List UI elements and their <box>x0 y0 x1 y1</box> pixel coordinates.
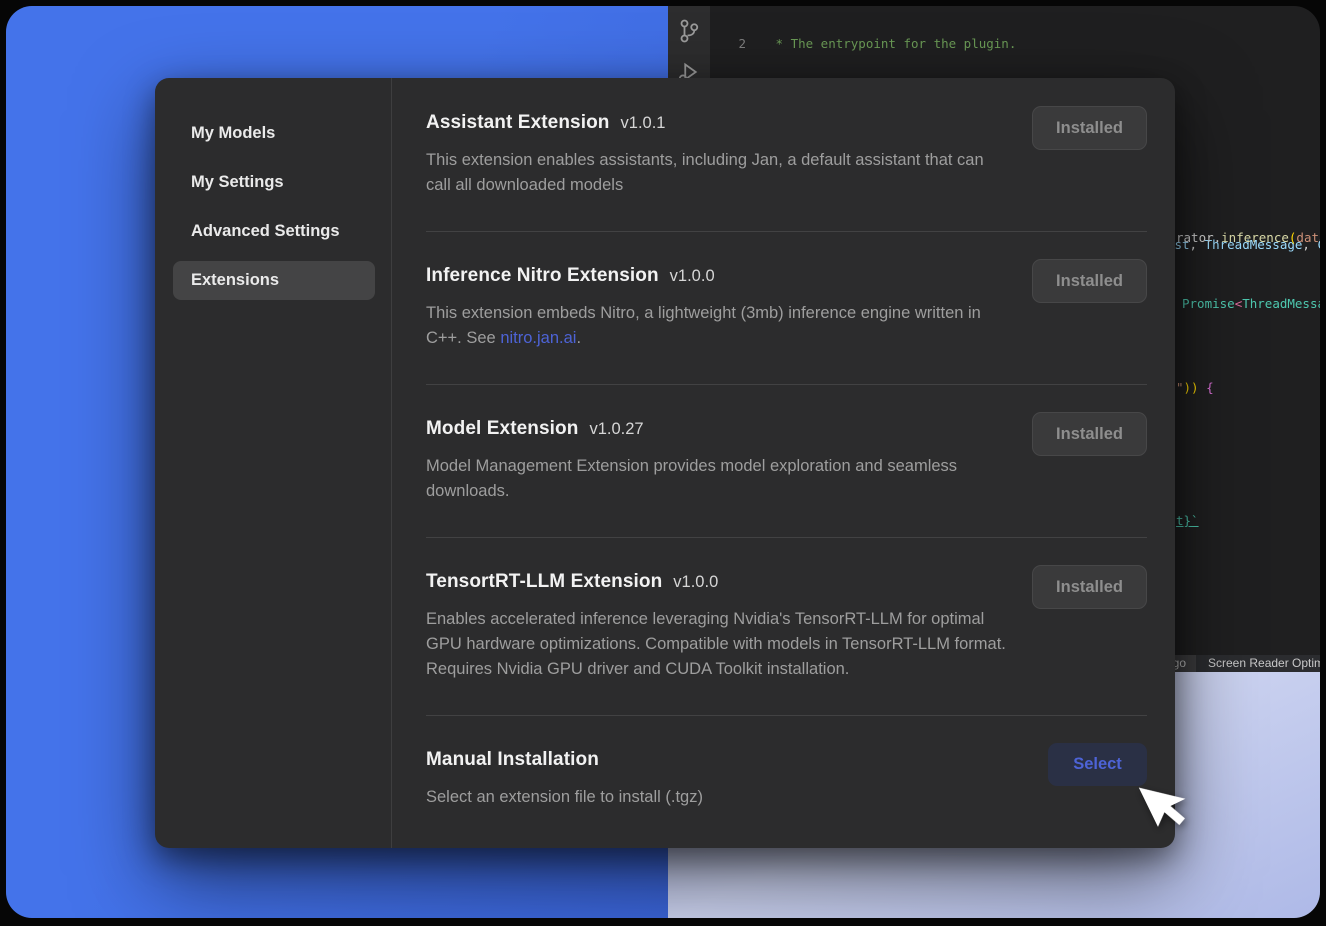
source-control-icon <box>677 18 701 44</box>
extension-title: Assistant Extension <box>426 112 610 134</box>
select-file-button[interactable]: Select <box>1048 743 1147 786</box>
extension-info: Model Extension v1.0.27 Model Management… <box>426 418 1006 504</box>
extension-row-tensorrt-llm: TensortRT-LLM Extension v1.0.0 Enables a… <box>426 538 1147 716</box>
code-fragment: t}` <box>1176 513 1199 528</box>
nitro-jan-ai-link[interactable]: nitro.jan.ai <box>500 329 576 347</box>
installed-button[interactable]: Installed <box>1032 565 1147 609</box>
line-number: 2 <box>710 36 746 53</box>
extension-info: Inference Nitro Extension v1.0.0 This ex… <box>426 265 1006 351</box>
extension-description: Model Management Extension provides mode… <box>426 454 1006 504</box>
extension-version: v1.0.27 <box>589 420 643 439</box>
extension-description: This extension enables assistants, inclu… <box>426 148 1006 198</box>
installed-button[interactable]: Installed <box>1032 259 1147 303</box>
manual-installation-row: Manual Installation Select an extension … <box>426 716 1147 810</box>
code-fragment: Promise<ThreadMessage> <box>1182 296 1320 311</box>
extension-info: Manual Installation Select an extension … <box>426 749 703 810</box>
extension-info: TensortRT-LLM Extension v1.0.0 Enables a… <box>426 571 1006 682</box>
screenshot-composition: 2 * The entrypoint for the plugin. 3 */ … <box>6 6 1320 918</box>
manual-installation-description: Select an extension file to install (.tg… <box>426 785 703 810</box>
extension-title: Model Extension <box>426 418 578 440</box>
extension-description: Enables accelerated inference leveraging… <box>426 607 1006 682</box>
extension-description: This extension embeds Nitro, a lightweig… <box>426 301 1006 351</box>
installed-button[interactable]: Installed <box>1032 412 1147 456</box>
extension-version: v1.0.1 <box>621 114 666 133</box>
extension-row-inference-nitro: Inference Nitro Extension v1.0.0 This ex… <box>426 232 1147 385</box>
extension-row-assistant: Assistant Extension v1.0.1 This extensio… <box>426 88 1147 232</box>
sidebar-item-extensions[interactable]: Extensions <box>173 261 375 300</box>
sidebar-item-my-settings[interactable]: My Settings <box>173 163 375 202</box>
sidebar-item-my-models[interactable]: My Models <box>173 114 375 153</box>
installed-button[interactable]: Installed <box>1032 106 1147 150</box>
settings-sidebar: My Models My Settings Advanced Settings … <box>155 78 392 848</box>
code-fragment: ")) { <box>1176 380 1214 395</box>
code-line: * The entrypoint for the plugin. <box>768 36 1016 53</box>
extension-title: Inference Nitro Extension <box>426 265 659 287</box>
extensions-list: Assistant Extension v1.0.1 This extensio… <box>392 78 1175 848</box>
sidebar-item-advanced-settings[interactable]: Advanced Settings <box>173 212 375 251</box>
extension-row-model: Model Extension v1.0.27 Model Management… <box>426 385 1147 538</box>
settings-modal: My Models My Settings Advanced Settings … <box>155 78 1175 848</box>
extension-version: v1.0.0 <box>673 573 718 592</box>
extension-title: TensortRT-LLM Extension <box>426 571 662 593</box>
screen-reader-optimized-label: Screen Reader Optimiz <box>1196 655 1320 672</box>
code-fragment: rator.inference(data)); <box>1176 230 1320 245</box>
description-text: . <box>576 329 581 347</box>
extension-info: Assistant Extension v1.0.1 This extensio… <box>426 112 1006 198</box>
extension-version: v1.0.0 <box>670 267 715 286</box>
manual-installation-title: Manual Installation <box>426 749 599 771</box>
